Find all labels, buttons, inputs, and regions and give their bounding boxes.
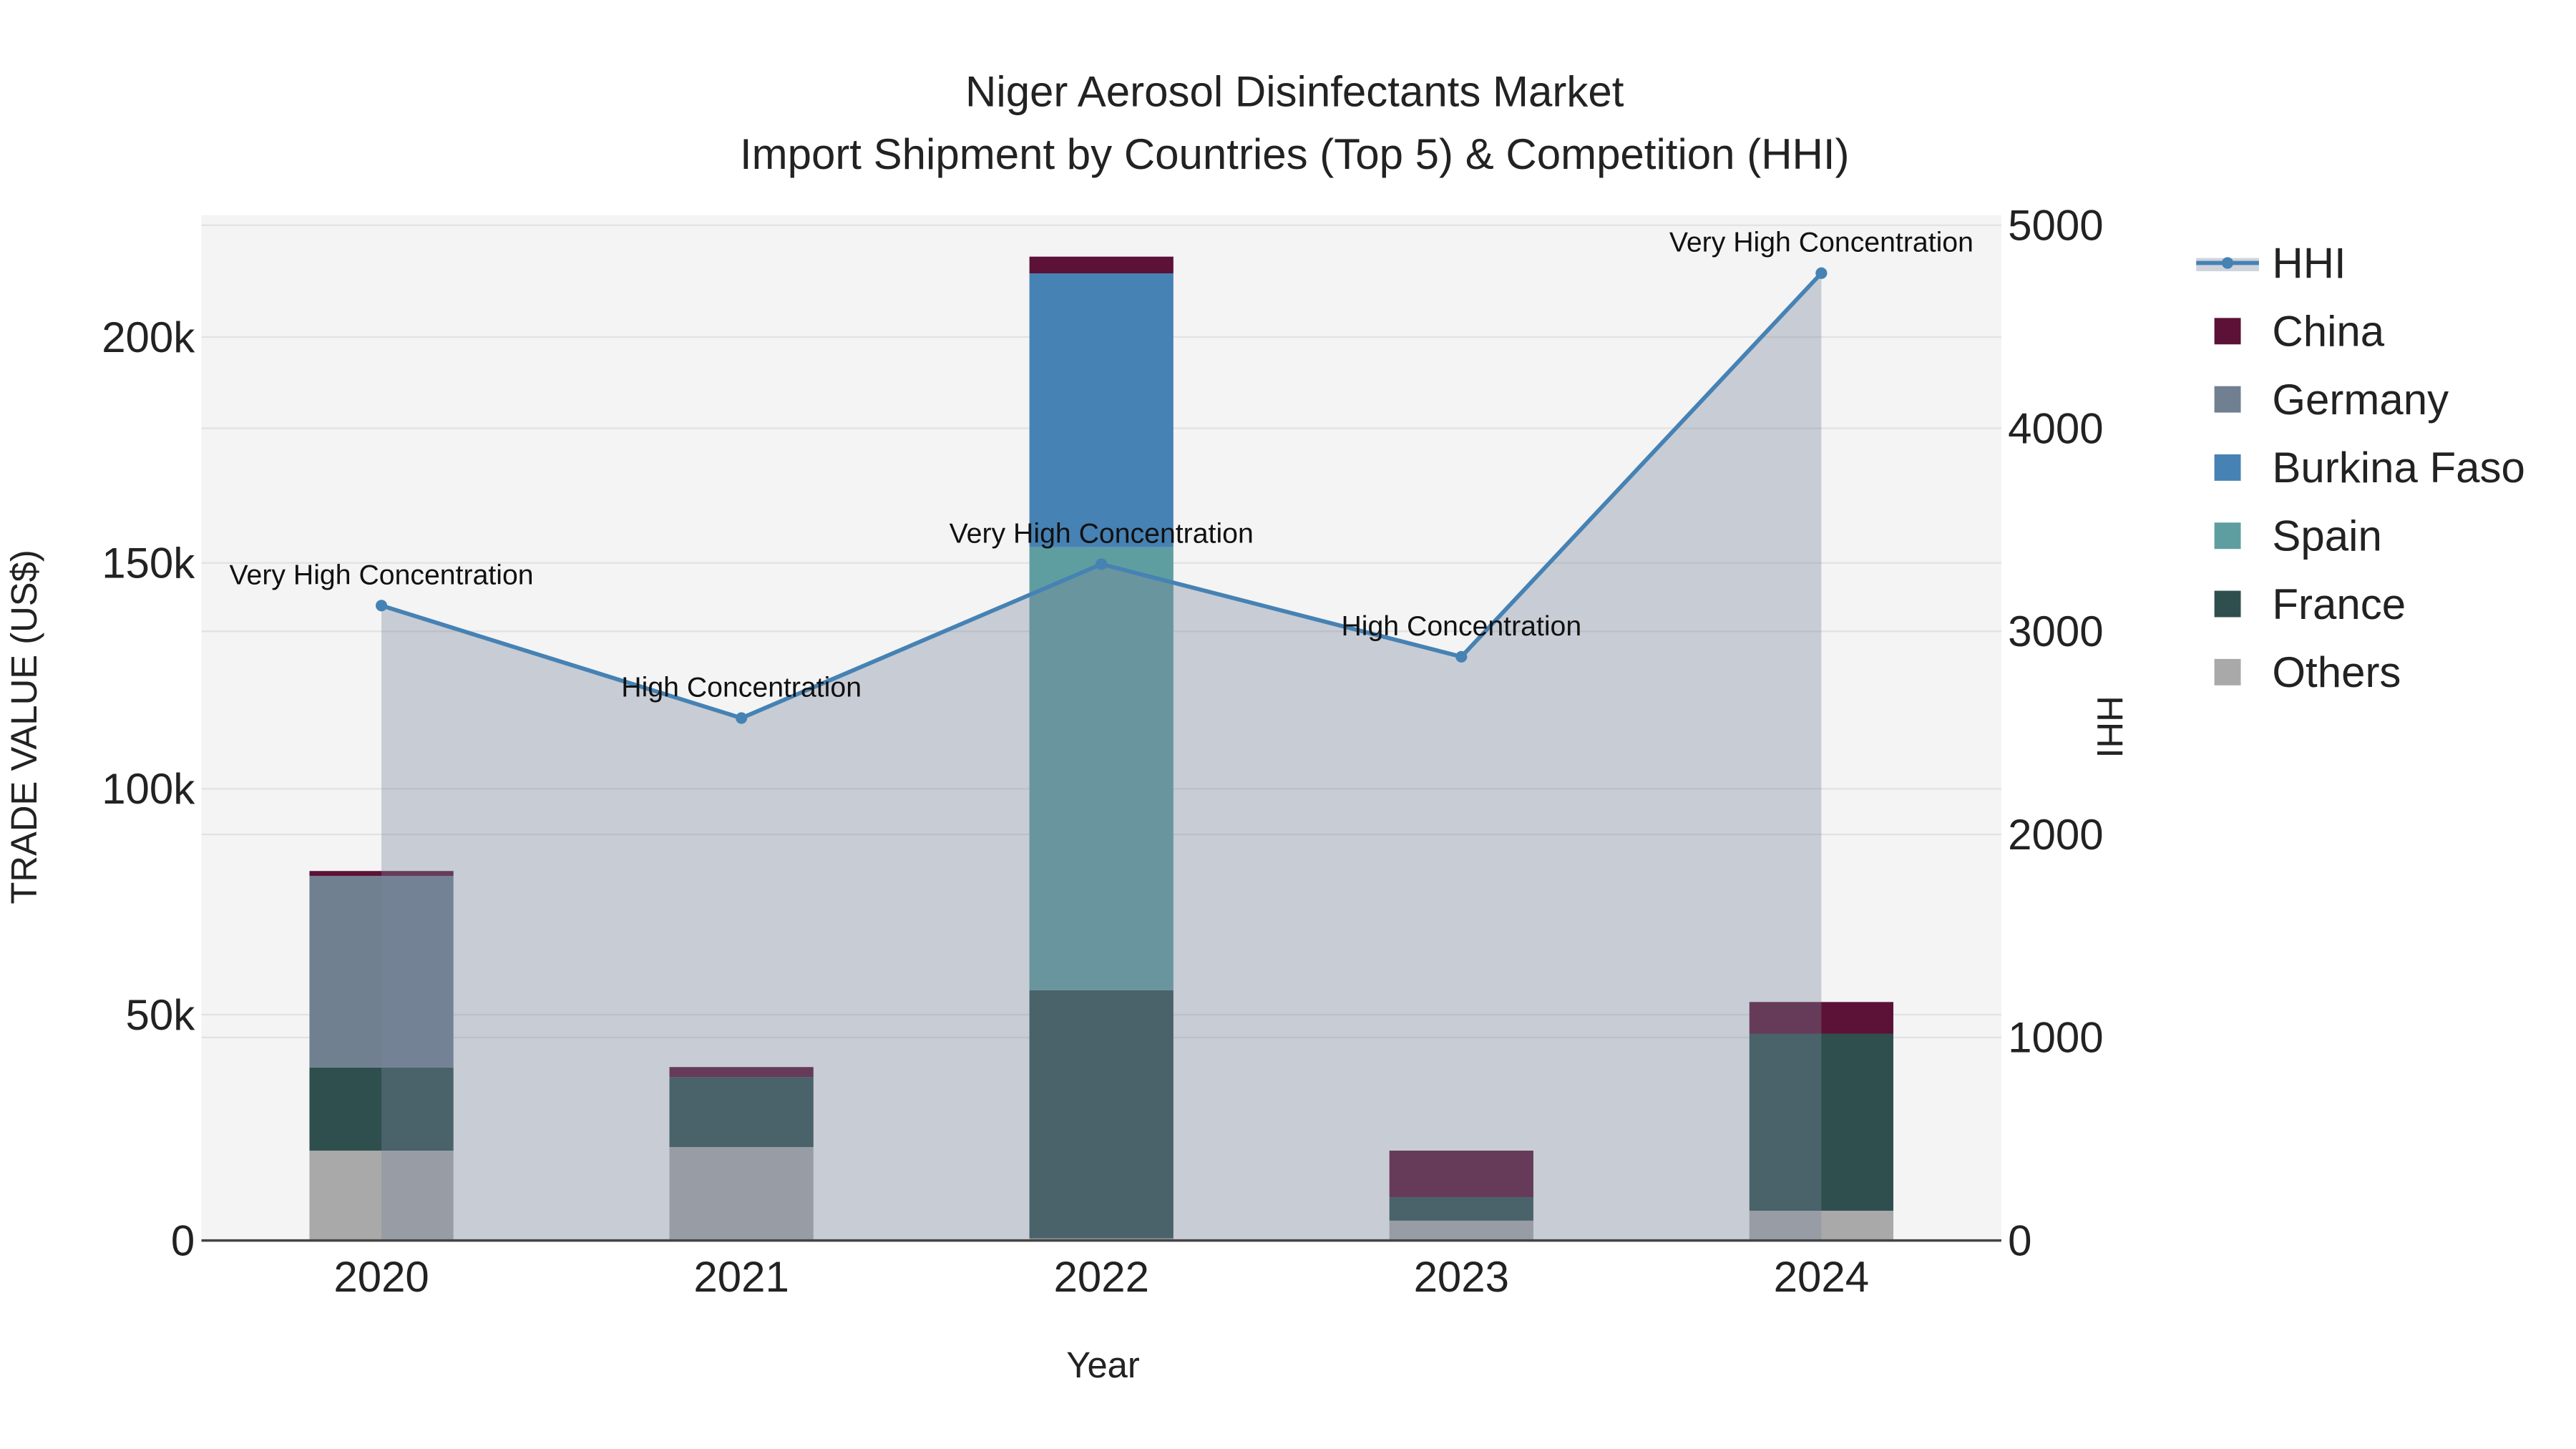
hhi-annotation: Very High Concentration xyxy=(230,559,534,590)
x-tick-label: 2021 xyxy=(693,1253,789,1301)
hhi-annotation: High Concentration xyxy=(621,671,862,703)
y-tick-label: 200k xyxy=(102,313,195,361)
legend-label: Others xyxy=(2272,648,2401,696)
legend-swatch-spain xyxy=(2214,522,2241,550)
y-axis-ticks: 0 50k 100k 150k 200k xyxy=(102,313,195,1265)
chart: Niger Aerosol Disinfectants Market Impor… xyxy=(4,67,2525,1385)
y2-tick-label: 5000 xyxy=(2008,202,2103,250)
hhi-point xyxy=(1455,650,1468,663)
hhi-point xyxy=(376,600,388,612)
legend-swatch-china xyxy=(2214,318,2241,345)
hhi-point xyxy=(1096,558,1108,570)
legend-swatch-germany xyxy=(2214,386,2241,413)
legend-label: HHI xyxy=(2272,239,2346,287)
hhi-annotation: Very High Concentration xyxy=(950,517,1254,549)
y-tick-label: 0 xyxy=(171,1216,195,1264)
x-tick-label: 2020 xyxy=(333,1253,429,1301)
y-tick-label: 50k xyxy=(126,991,196,1039)
y2-tick-label: 4000 xyxy=(2008,404,2103,452)
y2-axis-label: HHI xyxy=(2089,696,2130,758)
legend-swatch-others xyxy=(2214,658,2241,686)
legend-swatch-burkina-faso xyxy=(2214,454,2241,481)
chart-title-line1: Niger Aerosol Disinfectants Market xyxy=(965,67,1624,115)
x-tick-label: 2023 xyxy=(1414,1253,1509,1301)
x-axis-label: Year xyxy=(1066,1345,1140,1385)
legend-swatch-france xyxy=(2214,590,2241,618)
legend-label: Germany xyxy=(2272,376,2449,424)
bar-china xyxy=(1029,256,1174,274)
y2-tick-label: 2000 xyxy=(2008,811,2103,859)
legend-label: Burkina Faso xyxy=(2272,444,2525,492)
y-tick-label: 150k xyxy=(102,539,195,587)
hhi-annotation: Very High Concentration xyxy=(1669,227,1974,258)
legend-label: France xyxy=(2272,580,2406,628)
x-tick-label: 2022 xyxy=(1053,1253,1148,1301)
bar-burkina-faso xyxy=(1029,273,1174,547)
y2-tick-label: 0 xyxy=(2008,1216,2031,1264)
chart-title-line2: Import Shipment by Countries (Top 5) & C… xyxy=(740,130,1850,178)
y-tick-label: 100k xyxy=(102,765,195,813)
hhi-annotation: High Concentration xyxy=(1341,610,1581,642)
y2-tick-label: 1000 xyxy=(2008,1014,2103,1062)
x-axis-ticks: 2020 2021 2022 2023 2024 xyxy=(333,1253,1869,1301)
hhi-point xyxy=(1815,267,1828,279)
y2-tick-label: 3000 xyxy=(2008,608,2103,655)
legend-label: China xyxy=(2272,308,2384,356)
y-axis-label: TRADE VALUE (US$) xyxy=(4,550,44,904)
legend-hhi-swatch-point xyxy=(2222,257,2234,269)
legend: HHI China Germany Burkina Faso Spain France Ot… xyxy=(2196,239,2525,696)
hhi-point xyxy=(736,712,748,724)
x-tick-label: 2024 xyxy=(1774,1253,1869,1301)
legend-label: Spain xyxy=(2272,512,2381,560)
